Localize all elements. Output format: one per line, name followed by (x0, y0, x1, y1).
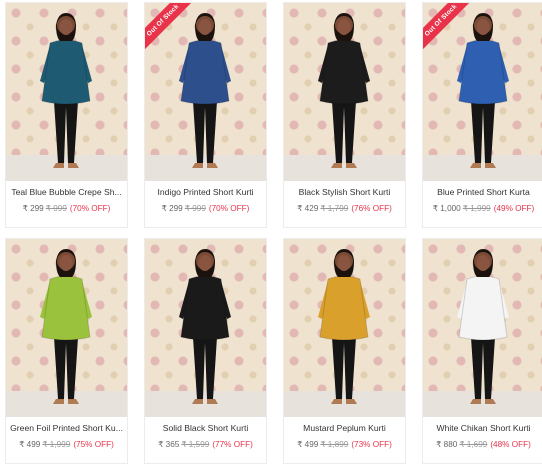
price-row: ₹ 299 ₹ 999 (70% OFF) (145, 203, 266, 213)
product-info: Green Foil Printed Short Ku... ₹ 499 ₹ 1,9… (6, 417, 127, 463)
product-card[interactable]: Black Stylish Short Kurti ₹ 429 ₹ 1,799 (76… (283, 2, 406, 228)
product-image[interactable] (423, 239, 542, 417)
sale-price: ₹ 1,000 (432, 204, 461, 213)
product-name[interactable]: Indigo Printed Short Kurti (145, 187, 266, 197)
product-grid: Teal Blue Bubble Crepe Sh... ₹ 299 ₹ 999 (7… (0, 0, 542, 464)
product-image[interactable] (145, 239, 266, 417)
discount-label: (48% OFF) (490, 440, 531, 449)
discount-label: (70% OFF) (208, 204, 250, 213)
product-card[interactable]: Out Of Stock Indigo Printed Short Kurti ₹ … (144, 2, 267, 228)
product-card[interactable]: Green Foil Printed Short Ku... ₹ 499 ₹ 1,9… (5, 238, 128, 464)
product-info: Solid Black Short Kurti ₹ 365 ₹ 1,599 (77% … (145, 417, 266, 463)
product-info: White Chikan Short Kurti ₹ 880 ₹ 1,699 (48%… (423, 417, 542, 463)
product-info: Indigo Printed Short Kurti ₹ 299 ₹ 999 (70%… (145, 181, 266, 227)
product-name[interactable]: White Chikan Short Kurti (423, 423, 542, 433)
discount-label: (76% OFF) (351, 204, 392, 213)
original-price: ₹ 1,599 (181, 440, 210, 449)
discount-label: (75% OFF) (73, 440, 114, 449)
product-info: Blue Printed Short Kurta ₹ 1,000 ₹ 1,999 (4… (423, 181, 542, 227)
product-card[interactable]: Mustard Peplum Kurti ₹ 499 ₹ 1,899 (73% OFF… (283, 238, 406, 464)
price-row: ₹ 1,000 ₹ 1,999 (49% OFF) (423, 203, 542, 213)
price-row: ₹ 299 ₹ 999 (70% OFF) (6, 203, 127, 213)
product-card[interactable]: Solid Black Short Kurti ₹ 365 ₹ 1,599 (77% … (144, 238, 267, 464)
discount-label: (70% OFF) (69, 204, 111, 213)
price-row: ₹ 365 ₹ 1,599 (77% OFF) (145, 439, 266, 449)
product-name[interactable]: Green Foil Printed Short Ku... (6, 423, 127, 433)
model-figure (40, 249, 92, 404)
product-name[interactable]: Solid Black Short Kurti (145, 423, 266, 433)
sale-price: ₹ 299 (161, 204, 183, 213)
sale-price: ₹ 499 (297, 440, 319, 449)
model-figure (179, 249, 231, 404)
discount-label: (49% OFF) (493, 204, 535, 213)
price-row: ₹ 880 ₹ 1,699 (48% OFF) (423, 439, 542, 449)
sale-price: ₹ 499 (19, 440, 41, 449)
original-price: ₹ 1,999 (462, 204, 491, 213)
product-image[interactable]: Out Of Stock (423, 3, 542, 181)
model-figure (318, 13, 370, 168)
product-image[interactable]: Out Of Stock (145, 3, 266, 181)
sale-price: ₹ 429 (297, 204, 319, 213)
original-price: ₹ 1,699 (459, 440, 488, 449)
product-name[interactable]: Black Stylish Short Kurti (284, 187, 405, 197)
model-figure (457, 249, 509, 404)
product-name[interactable]: Mustard Peplum Kurti (284, 423, 405, 433)
product-card[interactable]: Out Of Stock Blue Printed Short Kurta ₹ 1,… (422, 2, 542, 228)
product-name[interactable]: Blue Printed Short Kurta (423, 187, 542, 197)
original-price: ₹ 1,899 (320, 440, 349, 449)
original-price: ₹ 1,999 (42, 440, 71, 449)
sale-price: ₹ 365 (158, 440, 180, 449)
price-row: ₹ 499 ₹ 1,999 (75% OFF) (6, 439, 127, 449)
product-card[interactable]: White Chikan Short Kurti ₹ 880 ₹ 1,699 (48%… (422, 238, 542, 464)
product-image[interactable] (284, 239, 405, 417)
product-info: Black Stylish Short Kurti ₹ 429 ₹ 1,799 (76… (284, 181, 405, 227)
sale-price: ₹ 880 (436, 440, 458, 449)
product-info: Teal Blue Bubble Crepe Sh... ₹ 299 ₹ 999 (7… (6, 181, 127, 227)
discount-label: (73% OFF) (351, 440, 392, 449)
discount-label: (77% OFF) (212, 440, 253, 449)
product-card[interactable]: Teal Blue Bubble Crepe Sh... ₹ 299 ₹ 999 (7… (5, 2, 128, 228)
sale-price: ₹ 299 (22, 204, 44, 213)
product-image[interactable] (6, 3, 127, 181)
price-row: ₹ 429 ₹ 1,799 (76% OFF) (284, 203, 405, 213)
product-image[interactable] (6, 239, 127, 417)
original-price: ₹ 1,799 (320, 204, 349, 213)
price-row: ₹ 499 ₹ 1,899 (73% OFF) (284, 439, 405, 449)
product-name[interactable]: Teal Blue Bubble Crepe Sh... (6, 187, 127, 197)
model-figure (40, 13, 92, 168)
original-price: ₹ 999 (45, 204, 67, 213)
model-figure (318, 249, 370, 404)
product-image[interactable] (284, 3, 405, 181)
original-price: ₹ 999 (184, 204, 206, 213)
product-info: Mustard Peplum Kurti ₹ 499 ₹ 1,899 (73% OFF… (284, 417, 405, 463)
